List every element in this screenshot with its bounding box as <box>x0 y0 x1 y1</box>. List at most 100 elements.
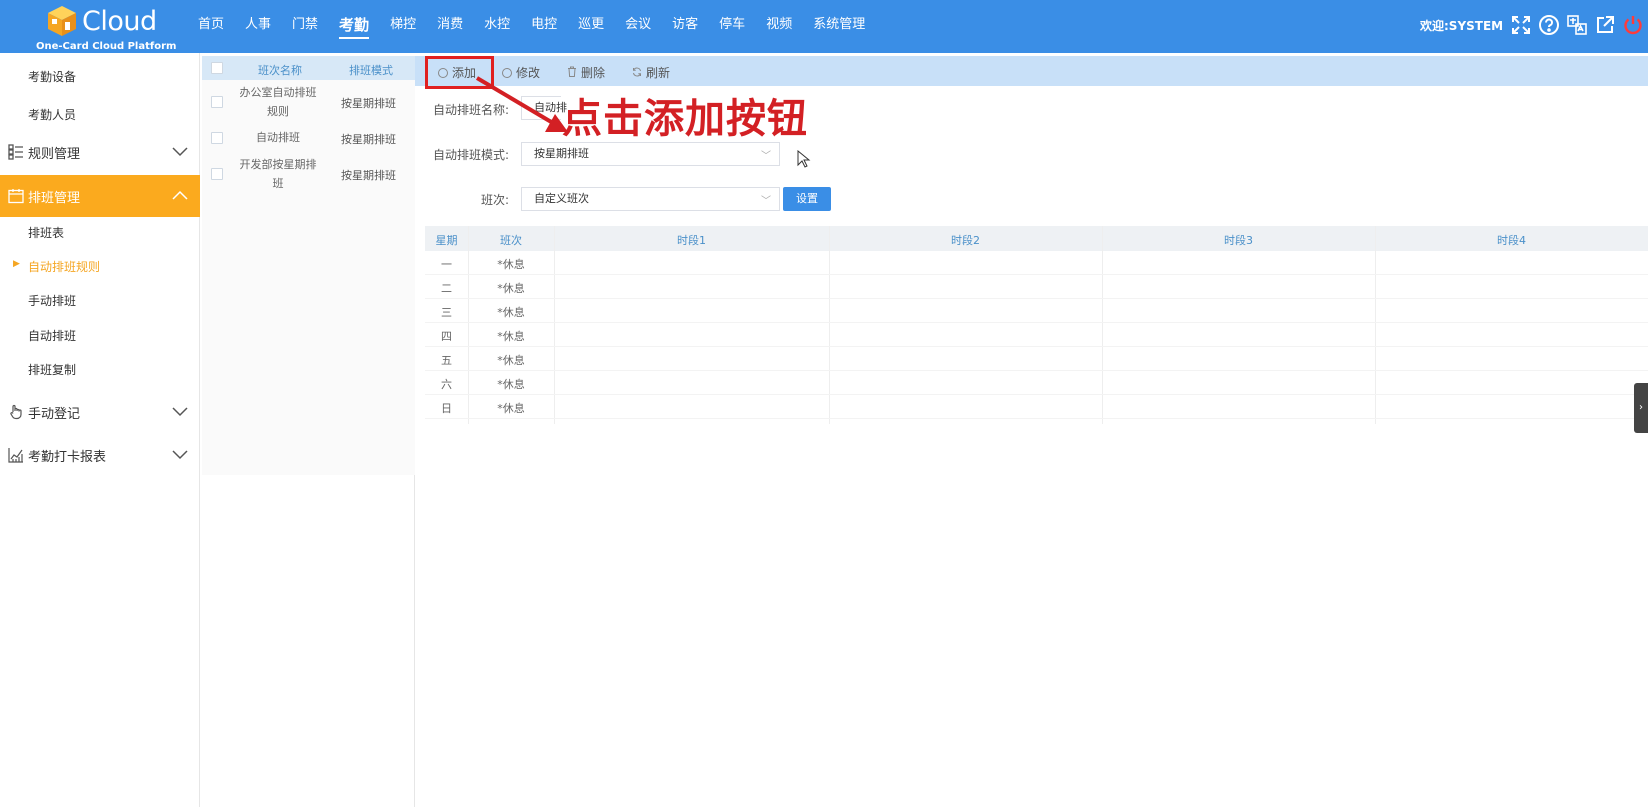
table-row[interactable]: 日 *休息 <box>425 395 1648 419</box>
row-checkbox[interactable] <box>211 96 223 108</box>
sidebar-group-label: 规则管理 <box>28 146 81 162</box>
help-icon[interactable] <box>1538 14 1560 36</box>
chart-icon <box>8 448 23 463</box>
row-checkbox[interactable] <box>211 168 223 180</box>
list-row[interactable]: 自动排班 按星期排班 <box>202 123 415 153</box>
th-period1: 时段1 <box>677 234 706 247</box>
cell-weekday: 日 <box>441 402 452 415</box>
cell-shift: *休息 <box>497 330 525 343</box>
nav-parking[interactable]: 停车 <box>719 0 745 53</box>
chevron-down-icon <box>172 407 188 417</box>
sidebar-item-schedule-copy[interactable]: 排班复制 <box>28 361 76 378</box>
row-mode: 按星期排班 <box>341 97 396 110</box>
logo-cube-icon <box>48 6 76 36</box>
sidebar: 考勤设备 考勤人员 规则管理 排班管理 排班表 ▶ 自动排班规则 手动排班 自动… <box>0 53 200 807</box>
sidebar-item-attendance-device[interactable]: 考勤设备 <box>28 68 76 85</box>
nav-patrol[interactable]: 巡更 <box>578 0 604 53</box>
th-shift: 班次 <box>500 234 522 247</box>
table-row[interactable]: 一 *休息 <box>425 251 1648 275</box>
th-period2: 时段2 <box>951 234 980 247</box>
power-icon[interactable] <box>1622 14 1644 36</box>
nav-water[interactable]: 水控 <box>484 0 510 53</box>
top-icons <box>1510 14 1644 36</box>
list-row[interactable]: 开发部按星期排 班 按星期排班 <box>202 153 415 195</box>
set-button[interactable]: 设置 <box>783 187 831 211</box>
cell-weekday: 六 <box>441 378 452 391</box>
hand-pointer-icon <box>10 404 22 420</box>
side-panel-handle[interactable]: › <box>1634 383 1648 433</box>
logo[interactable]: Cloud One-Card Cloud Platform <box>30 2 176 52</box>
nav-home[interactable]: 首页 <box>198 0 224 53</box>
nav-attendance[interactable]: 考勤 <box>339 0 370 53</box>
row-checkbox[interactable] <box>211 132 223 144</box>
toolbar: 添加 修改 删除 刷新 <box>415 56 1648 86</box>
table-row[interactable]: 四 *休息 <box>425 323 1648 347</box>
select-all-checkbox[interactable] <box>211 62 223 74</box>
shift-label: 班次: <box>481 193 510 207</box>
cell-shift: *休息 <box>497 282 525 295</box>
nav-hr[interactable]: 人事 <box>245 0 271 53</box>
cell-weekday: 四 <box>441 330 452 343</box>
main-content: 添加 修改 删除 刷新 自动排班名称: 自动排 自动排班模式: 按星期排班 ﹀ … <box>415 56 1648 807</box>
sidebar-group-label: 手动登记 <box>28 406 81 422</box>
nav-system[interactable]: 系统管理 <box>813 0 865 53</box>
row-name-line1: 开发部按星期排 <box>239 158 317 171</box>
cell-shift: *休息 <box>497 354 525 367</box>
sidebar-group-schedule[interactable]: 排班管理 <box>0 175 200 217</box>
table-row[interactable]: 五 *休息 <box>425 347 1648 371</box>
list-icon <box>8 144 23 160</box>
list-header: 班次名称 排班模式 <box>202 56 415 80</box>
table-row[interactable]: 六 *休息 <box>425 371 1648 395</box>
nav-electric[interactable]: 电控 <box>531 0 557 53</box>
row-name-line2: 班 <box>272 177 284 190</box>
nav-elevator[interactable]: 梯控 <box>390 0 416 53</box>
sidebar-item-attendance-staff[interactable]: 考勤人员 <box>28 106 76 123</box>
refresh-button-label: 刷新 <box>646 66 671 80</box>
th-weekday: 星期 <box>435 234 458 247</box>
refresh-button[interactable]: 刷新 <box>632 64 670 81</box>
external-link-icon[interactable] <box>1594 14 1616 36</box>
nav-consumption[interactable]: 消费 <box>437 0 463 53</box>
table-row[interactable]: 三 *休息 <box>425 299 1648 323</box>
table-header: 星期 班次 时段1 时段2 时段3 时段4 <box>425 226 1648 251</box>
cell-weekday: 五 <box>441 354 452 367</box>
chevron-down-icon: ﹀ <box>761 196 771 207</box>
row-name-line2: 规则 <box>267 105 289 118</box>
sidebar-group-report[interactable]: 考勤打卡报表 <box>0 434 200 476</box>
cell-shift: *休息 <box>497 402 525 415</box>
nav-video[interactable]: 视频 <box>766 0 792 53</box>
row-mode: 按星期排班 <box>341 133 396 146</box>
auto-schedule-mode-label: 自动排班模式: <box>433 148 510 162</box>
cell-shift: *休息 <box>497 258 525 271</box>
row-mode: 按星期排班 <box>341 169 396 182</box>
main-nav: 首页 人事 门禁 考勤 梯控 消费 水控 电控 巡更 会议 访客 停车 视频 系… <box>198 0 886 53</box>
nav-meeting[interactable]: 会议 <box>625 0 651 53</box>
logo-text: Cloud <box>82 6 157 37</box>
shift-select[interactable]: 自定义班次 ﹀ <box>521 187 780 211</box>
row-name-line1: 自动排班 <box>256 131 300 144</box>
cell-weekday: 一 <box>441 258 452 271</box>
nav-visitor[interactable]: 访客 <box>672 0 698 53</box>
sidebar-group-rules[interactable]: 规则管理 <box>0 131 200 173</box>
chevron-down-icon <box>172 450 188 460</box>
sidebar-item-manual-schedule[interactable]: 手动排班 <box>28 292 76 309</box>
translate-icon[interactable] <box>1566 14 1588 36</box>
sidebar-item-auto-schedule-rules[interactable]: 自动排班规则 <box>28 258 100 275</box>
sidebar-group-label: 排班管理 <box>28 190 81 206</box>
list-row[interactable]: 办公室自动排班 规则 按星期排班 <box>202 81 415 123</box>
sidebar-item-schedule-table[interactable]: 排班表 <box>28 224 64 241</box>
rule-list-panel: 班次名称 排班模式 办公室自动排班 规则 按星期排班 自动排班 按星期排班 开发… <box>202 56 415 807</box>
sidebar-group-manual-register[interactable]: 手动登记 <box>0 391 200 433</box>
table-row[interactable]: 二 *休息 <box>425 275 1648 299</box>
nav-access[interactable]: 门禁 <box>292 0 318 53</box>
refresh-icon <box>632 66 642 80</box>
logo-subtitle: One-Card Cloud Platform <box>36 41 177 52</box>
top-bar: Cloud One-Card Cloud Platform 首页 人事 门禁 考… <box>0 0 1648 53</box>
row-name-line1: 办公室自动排班 <box>239 86 317 99</box>
fullscreen-icon[interactable] <box>1510 14 1532 36</box>
calendar-icon <box>8 189 24 204</box>
sidebar-item-auto-schedule[interactable]: 自动排班 <box>28 327 76 344</box>
chevron-up-icon <box>172 190 188 200</box>
annotation-text: 点击添加按钮 <box>562 96 808 142</box>
mouse-cursor-icon <box>797 150 811 168</box>
